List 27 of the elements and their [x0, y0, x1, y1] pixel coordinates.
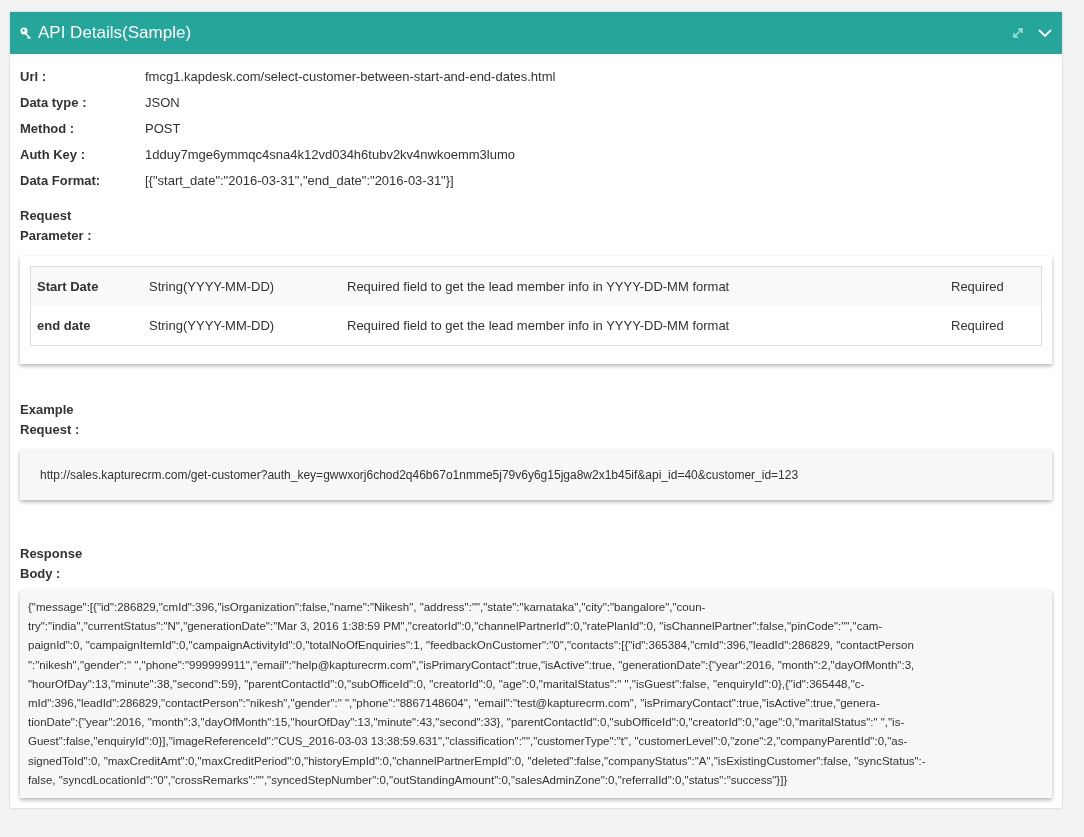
table-cell-text: Required field to get the lead member info in YYYY-DD-MM format: [347, 277, 731, 296]
example-request-box: http://sales.kapturecrm.com/get-customer?auth_key=gwwxorj6chod2q46b67o1nmme5j79v6y6g15jga8w2x1b45if&api_id=40&customer_id=123: [20, 450, 1052, 500]
table-cell-text: String(YYYY-MM-DD): [149, 316, 276, 335]
field-label: Data type :: [20, 94, 88, 113]
collapse-chevron-icon[interactable]: [1038, 28, 1052, 38]
field-label: Method :: [20, 120, 76, 139]
table-cell-text: Required: [951, 277, 1004, 296]
field-label: Url :: [20, 68, 47, 87]
field-value: JSON: [145, 94, 180, 113]
panel-title: API Details(Sample): [38, 22, 192, 45]
section-label: Response Body :: [20, 545, 84, 583]
field-value: [{"start_date":"2016-03-31","end_date":"2016-03-31"}]: [145, 172, 454, 191]
field-label: Data Format:: [20, 172, 102, 191]
table-cell-text: String(YYYY-MM-DD): [149, 277, 276, 296]
table-cell-text: Required: [951, 316, 1004, 335]
table-cell-text: Required field to get the lead member info in YYYY-DD-MM format: [347, 316, 731, 335]
section-label: Example Request :: [20, 401, 81, 439]
field-label: Auth Key :: [20, 146, 86, 165]
field-value: 1dduy7mge6ymmqc4sna4k12vd034h6tubv2kv4nwkoemm3lumo: [145, 146, 515, 165]
response-body-text: {"message":[{"id":286829,"cmId":396,"isOrganization":false,"name":"Nikesh", "address":"","state":"karnataka","city":"bangalore","coun- try":"india","currentStatus":"N","generationDate":"Mar 3, 2016 1:38:59 PM","creatorId":0,"channelPartnerId":0,"ratePlanId":0, "isChannelPartner":false,"pinCode":"","cam- paignId":0, "campaignItemId":0,"campaignActivityId":0,"totalNoOfEnquiries":1, "feedbackOnCustomer":"0","contacts":[{"id":365384,"cmId":396,"leadId":286829, "contactPerson ":"nikesh","gender":" ","phone":"999999911","email":"help@kapturecrm.com","isPrimaryContact":true,"isActive":true, "generationDate":{"year":2016, "month":2,"dayOfMonth":3, "hourOfDay":13,"minute":38,"second":59}, "parentContactId":0,"subOfficeId":0, "creatorId":0, "age":0,"maritalStatus":" ","isGuest":false, "enquiryId":0},{"id":365448,"c- mId":396,"leadId":286829,"contactPerson":"nikesh","gender":" ","phone":"8867148604", "email":"test@kapturecrm.com", "isPrimaryContact":true,"isActive":true,"genera- tionDate":{"year":2016, "month":3,"dayOfMonth":15,"hourOfDay":13,"minute":43,"second":33}, "parentContactId":0,"subOfficeId":0,"creatorId":0,"age":0,"maritalStatus":" ","is- Guest":false,"enquiryId":0}],"imageReferenceId":"CUS_2016-03-03 13:38:59.631","classification":"","customerType":"t", "customerLevel":0,"zone":2,"companyParentId":0,"as- signedToId":0, "maxCreditAmt":0,"maxCreditPeriod":0,"historyEmpId":0,"channelPartnerEmpId":0, "deleted":false,"companyStatus":"A","isExistingCustomer":false, "syncStatus":- false, "syncdLocationId":"0","crossRemarks":"","syncedStepNumber":0,"outStandingAmount":0,"salesAdminZone":0,"referralId":0,"status":"success"}]}: [28, 600, 927, 788]
table-cell-text: end date: [37, 316, 92, 335]
field-value: POST: [145, 120, 181, 139]
expand-icon[interactable]: [1012, 27, 1024, 39]
key-icon: [20, 27, 32, 39]
section-label: Request Parameter :: [20, 207, 93, 245]
field-value: fmcg1.kapdesk.com/select-customer-between-start-and-end-dates.html: [145, 68, 556, 87]
table-cell-text: Start Date: [37, 277, 100, 296]
